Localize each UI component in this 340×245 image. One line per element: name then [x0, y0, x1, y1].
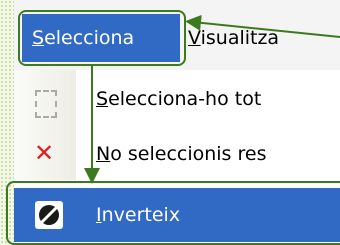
callout-box-menu: [18, 10, 186, 66]
menu-item-select-all-mnemonic: S: [96, 88, 109, 110]
cross-icon: ✕: [33, 139, 55, 167]
menu-item-select-all[interactable]: Selecciona-ho tot: [96, 88, 261, 110]
menu-visualitza-mnemonic: V: [188, 27, 201, 49]
menu-visualitza[interactable]: Visualitza: [188, 14, 279, 62]
menu-item-select-none-mnemonic: N: [96, 143, 111, 165]
menu-item-select-none[interactable]: No seleccionis res: [96, 143, 266, 165]
callout-box-invert: [6, 181, 340, 245]
menu-item-select-none-label: o seleccionis res: [110, 143, 267, 165]
select-all-icon: [35, 90, 57, 118]
menu-visualitza-label: isualitza: [200, 27, 280, 49]
menu-item-select-all-label: elecciona-ho tot: [108, 88, 262, 110]
